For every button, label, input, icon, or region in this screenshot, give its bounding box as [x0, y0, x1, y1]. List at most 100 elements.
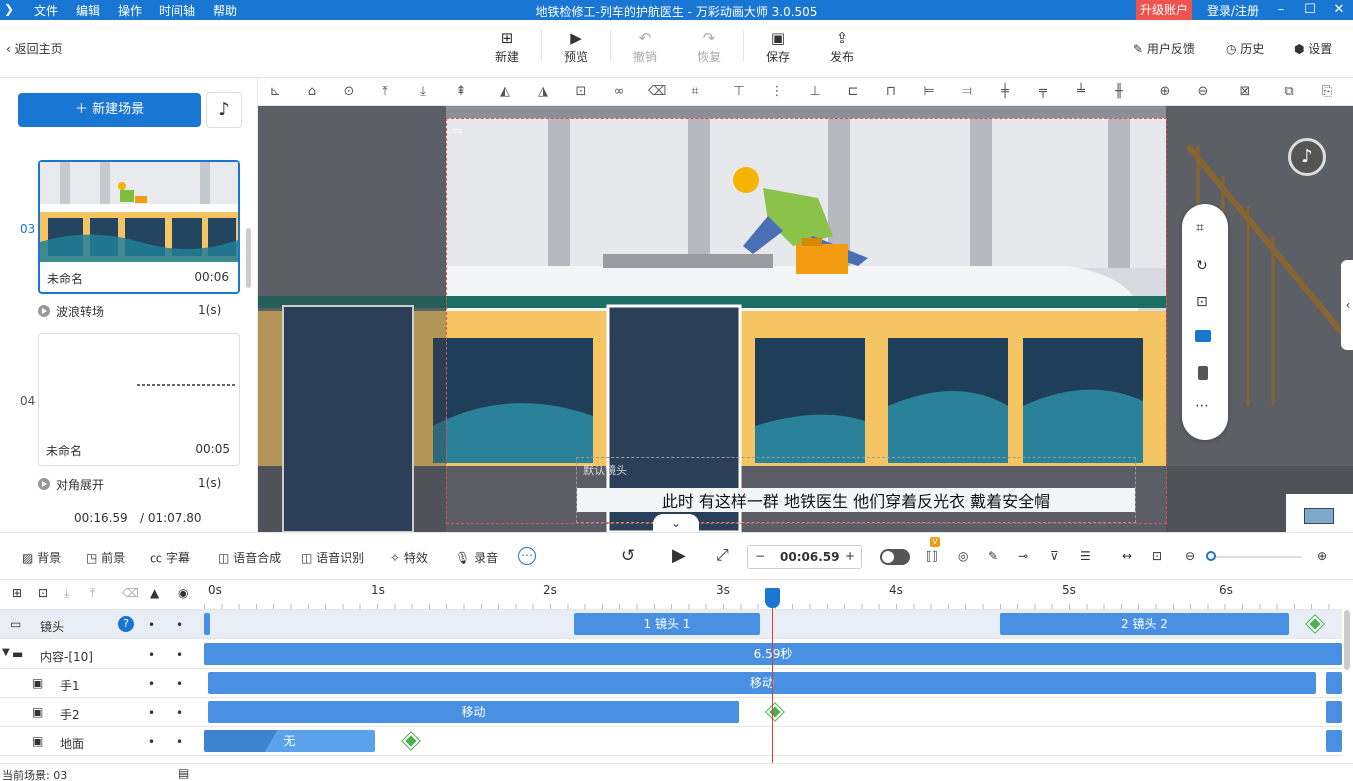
settings-link[interactable]: ⬢ 设置	[1294, 40, 1332, 57]
flip-vertical-icon[interactable]: ◮	[534, 83, 552, 101]
redo-button[interactable]: ↷ 恢复	[684, 28, 734, 65]
lock-icon[interactable]: ⊡	[572, 83, 590, 101]
save-button[interactable]: ▣ 保存	[753, 28, 803, 65]
scene-list-icon[interactable]: ▤	[178, 766, 189, 780]
preview-button[interactable]: ▶ 预览	[551, 28, 601, 65]
music-note-icon[interactable]: ♪	[1288, 138, 1326, 176]
exit-bar[interactable]	[1326, 730, 1342, 752]
move-bar[interactable]: 移动	[208, 701, 739, 723]
menu-file[interactable]: 文件	[34, 2, 58, 19]
tts-button[interactable]: ◫ 语音合成	[218, 549, 281, 566]
move-up-icon[interactable]: ⤒	[90, 586, 95, 601]
copy-icon[interactable]: ⧉	[1280, 83, 1298, 101]
zoom-out-icon[interactable]: ⊖	[1194, 83, 1212, 101]
exit-bar[interactable]	[1326, 672, 1342, 694]
layer-up-icon[interactable]: ⇞	[452, 83, 470, 101]
desktop-view-icon[interactable]	[1195, 330, 1211, 342]
lock-icon[interactable]: ▲	[150, 586, 159, 600]
zoom-in-icon[interactable]: ⊕	[1317, 549, 1327, 563]
fullscreen-icon[interactable]: ⤢	[716, 545, 729, 565]
menu-edit[interactable]: 编辑	[76, 2, 100, 19]
align-bottom-items-icon[interactable]: ╧	[1072, 83, 1090, 101]
add-keyframe-icon[interactable]	[1306, 615, 1324, 633]
lock-icon[interactable]: ⊡	[1196, 294, 1208, 310]
filter-icon[interactable]: ⊽	[1050, 549, 1059, 563]
maximize-icon[interactable]: ☐	[1299, 0, 1321, 20]
collapse-chevron-icon[interactable]: ⌄	[653, 514, 699, 532]
dot-icon[interactable]: •	[148, 706, 155, 720]
menu-timeline[interactable]: 时间轴	[159, 2, 195, 19]
rotate-icon[interactable]: ↻	[1196, 258, 1208, 274]
more-circle-icon[interactable]: ⋯	[518, 547, 536, 565]
scene-card-04[interactable]: 未命名 00:05	[38, 333, 240, 466]
stage-canvas[interactable]: ▭ 默认镜头 此时 有这样一群 地铁医生 他们穿着反光衣 戴着安全帽 ⌄ ⌗ ↻…	[258, 106, 1353, 532]
collapse-right-chevron-icon[interactable]: ‹	[1341, 260, 1353, 350]
camera-segment-1[interactable]: 1 镜头 1	[574, 613, 760, 635]
track-hand2-header[interactable]: ▣ 手2 • •	[0, 698, 204, 727]
subtitle-text[interactable]: 此时 有这样一群 地铁医生 他们穿着反光衣 戴着安全帽	[577, 488, 1135, 512]
transition-wave[interactable]: 波浪转场 1(s)	[38, 303, 240, 323]
toggle-switch[interactable]	[880, 549, 910, 565]
eye-icon[interactable]: ◉	[178, 586, 188, 600]
track-hand2[interactable]: 移动	[204, 698, 1342, 727]
foreground-button[interactable]: ◳ 前景	[86, 549, 125, 566]
add-keyframe-icon[interactable]	[766, 703, 784, 721]
track-camera-header[interactable]: ▭ 镜头 ? • •	[0, 610, 204, 639]
home-icon[interactable]: ⌂	[303, 83, 321, 101]
camera-icon[interactable]: ▭	[452, 124, 462, 137]
replay-icon[interactable]: ↺	[621, 546, 635, 566]
dot-icon[interactable]: •	[148, 648, 155, 662]
menu-operate[interactable]: 操作	[118, 2, 142, 19]
more-icon[interactable]: ⋯	[1195, 398, 1209, 414]
send-back-icon[interactable]: ⤓	[414, 83, 432, 101]
zoom-out-icon[interactable]: ⊖	[1185, 549, 1195, 563]
background-button[interactable]: ▨ 背景	[22, 549, 61, 566]
mobile-view-icon[interactable]	[1198, 366, 1208, 380]
plus-icon[interactable]: +	[845, 549, 855, 563]
zoom-slider-handle[interactable]	[1206, 551, 1216, 561]
edit-icon[interactable]: ✎	[988, 549, 998, 563]
dot-icon[interactable]: •	[176, 735, 183, 749]
track-camera[interactable]: 1 镜头 1 2 镜头 2	[204, 610, 1342, 639]
delete-icon[interactable]: ⌫	[122, 586, 139, 600]
zoom-in-icon[interactable]: ⊕	[1156, 83, 1174, 101]
undo-button[interactable]: ↶ 撤销	[620, 28, 670, 65]
entrance-bar[interactable]: 无	[204, 730, 375, 752]
adjust-icon[interactable]: ☰	[1080, 549, 1091, 563]
track-ground[interactable]: 无	[204, 727, 1342, 756]
dot-icon[interactable]: •	[176, 648, 183, 662]
menu-help[interactable]: 帮助	[213, 2, 237, 19]
dot-icon[interactable]: •	[148, 618, 155, 632]
align-top-icon[interactable]: ⊤	[730, 83, 748, 101]
bring-front-icon[interactable]: ⤒	[376, 83, 394, 101]
upgrade-button[interactable]: 升级账户	[1136, 0, 1192, 20]
distribute-h-icon[interactable]: ⊓	[882, 83, 900, 101]
speech-recognition-button[interactable]: ◫ 语音识别	[301, 549, 364, 566]
dot-icon[interactable]: •	[176, 677, 183, 691]
camera-segment-2[interactable]: 2 镜头 2	[1000, 613, 1289, 635]
music-note-icon[interactable]: ♪	[206, 92, 242, 128]
time-input[interactable]: 00:06.59	[780, 550, 839, 564]
split-icon[interactable]: ⊸	[1018, 549, 1028, 563]
dot-icon[interactable]: •	[148, 677, 155, 691]
align-top-items-icon[interactable]: ╤	[1034, 83, 1052, 101]
paste-icon[interactable]: ⎘	[1318, 83, 1336, 101]
new-button[interactable]: ⊞ 新建	[482, 28, 532, 65]
fit-width-icon[interactable]: ↔	[1122, 549, 1132, 563]
dot-icon[interactable]: •	[176, 618, 183, 632]
content-bar[interactable]: 6.59秒	[204, 643, 1342, 665]
minimize-icon[interactable]: –	[1270, 0, 1292, 20]
history-link[interactable]: ◷ 历史	[1226, 40, 1264, 57]
track-content[interactable]: 6.59秒	[204, 640, 1342, 669]
back-home-link[interactable]: ‹ 返回主页	[6, 40, 63, 57]
add-file-icon[interactable]: ⊡	[38, 586, 48, 600]
record-button[interactable]: 🎙︎ 录音	[455, 549, 498, 566]
dot-icon[interactable]: •	[176, 706, 183, 720]
delete-icon[interactable]: ⌫	[648, 83, 666, 101]
align-bottom-icon[interactable]: ⊥	[806, 83, 824, 101]
flip-horizontal-icon[interactable]: ◭	[496, 83, 514, 101]
actual-size-icon[interactable]: ⊡	[1152, 549, 1162, 563]
subtitle-box[interactable]: 默认镜头 此时 有这样一群 地铁医生 他们穿着反光衣 戴着安全帽	[576, 457, 1136, 523]
zoom-slider[interactable]	[1206, 551, 1302, 561]
effects-button[interactable]: ✧ 特效	[390, 549, 428, 566]
